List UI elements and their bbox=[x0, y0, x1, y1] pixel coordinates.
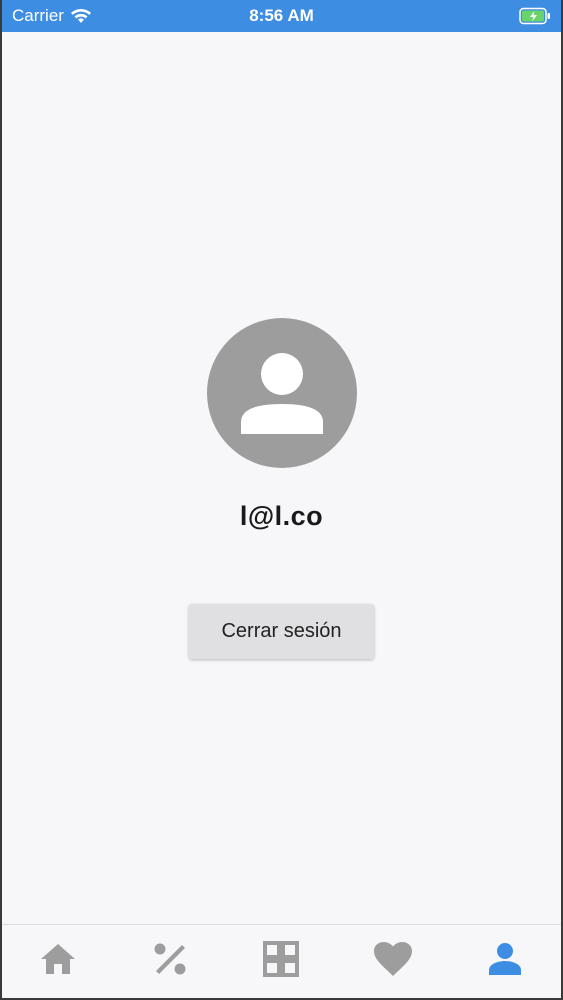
user-email: l@l.co bbox=[239, 501, 324, 531]
heart-icon bbox=[374, 941, 413, 976]
status-bar: Carrier 8:56 AM bbox=[2, 0, 561, 32]
nav-item-categories[interactable] bbox=[251, 929, 311, 989]
profile-section: l@l.co Cerrar sesión bbox=[2, 318, 561, 659]
account-circle-icon bbox=[240, 353, 323, 434]
avatar bbox=[206, 318, 357, 468]
nav-item-offers[interactable] bbox=[140, 929, 200, 989]
logout-button[interactable]: Cerrar sesión bbox=[189, 604, 374, 659]
grid-icon bbox=[263, 940, 300, 977]
battery-icon bbox=[519, 7, 551, 30]
percent-icon bbox=[154, 943, 186, 974]
nav-item-favorites[interactable] bbox=[363, 929, 423, 989]
home-icon bbox=[40, 943, 75, 974]
nav-item-home[interactable] bbox=[28, 929, 88, 989]
nav-item-profile[interactable] bbox=[475, 929, 535, 989]
profile-screen: Carrier 8:56 AM l@l.co Cerrar sesión bbox=[2, 0, 561, 998]
bottom-navigation bbox=[2, 924, 561, 998]
person-icon bbox=[489, 942, 522, 975]
status-time: 8:56 AM bbox=[249, 6, 314, 25]
